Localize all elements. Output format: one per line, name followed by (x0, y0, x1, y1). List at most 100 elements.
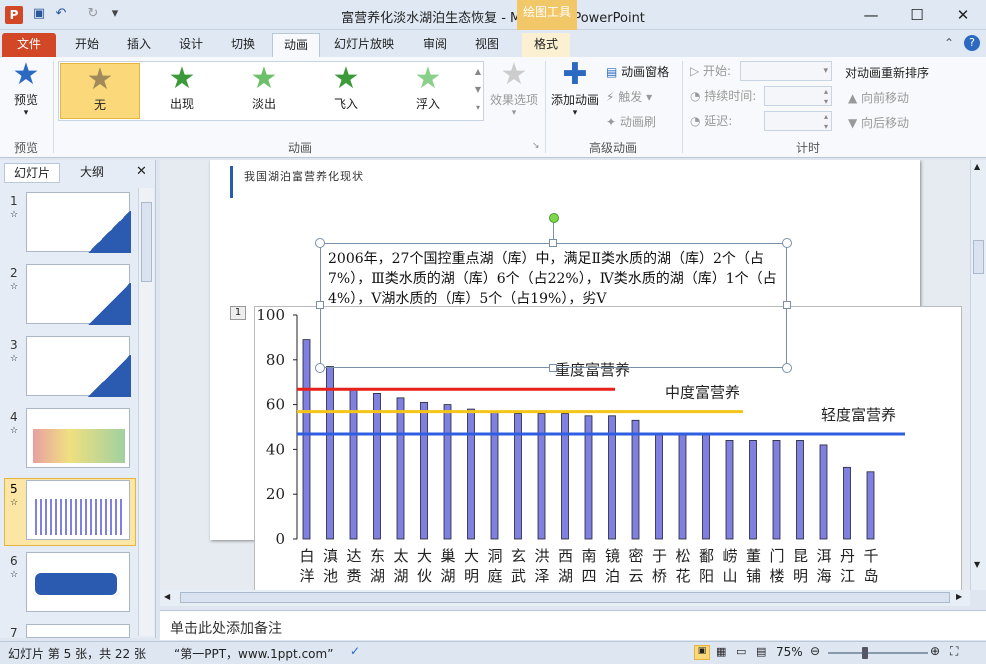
tab-slideshow[interactable]: 幻灯片放映 (328, 33, 400, 57)
close-panel-icon[interactable]: ✕ (136, 164, 147, 179)
delay-input[interactable]: ▴ ▾ (764, 111, 832, 131)
help-icon[interactable]: ? (964, 35, 980, 51)
animation-painter-button[interactable]: ✦ 动画刷 (606, 112, 656, 132)
start-icon: ▷ (690, 64, 704, 78)
resize-handle[interactable] (315, 238, 325, 248)
add-animation-button[interactable]: ✚ 添加动画 ▾ (550, 59, 600, 119)
thumb-graphic (87, 211, 131, 253)
zoom-level[interactable]: 75% (776, 645, 803, 659)
animation-order-tag[interactable]: 1 (230, 306, 246, 320)
normal-view-icon[interactable]: ▣ (694, 645, 710, 660)
slide-number: 7 (10, 626, 18, 640)
resize-handle[interactable] (549, 239, 557, 247)
tab-insert[interactable]: 插入 (116, 33, 162, 57)
notes-pane[interactable]: 单击此处添加备注 (160, 610, 986, 640)
horizontal-scrollbar[interactable]: ◀ ▶ (160, 590, 970, 606)
slideshow-icon[interactable]: ▤ (756, 645, 766, 658)
resize-handle[interactable] (549, 364, 557, 372)
spell-check-icon[interactable]: ✓ (350, 644, 360, 658)
scroll-left-icon[interactable]: ◀ (164, 592, 170, 601)
effect-options-button[interactable]: ★ 效果选项 ▾ (486, 59, 542, 119)
slide-thumbnail[interactable] (26, 624, 130, 638)
zoom-out-icon[interactable]: ⊖ (810, 644, 820, 658)
theme-name[interactable]: “第一PPT，www.1ppt.com” (174, 645, 333, 662)
zoom-slider-thumb[interactable] (862, 647, 868, 659)
slide-thumbnail[interactable] (26, 552, 130, 612)
x-tick-label: 岛 (863, 567, 878, 585)
effect-appear[interactable]: ★ 出现 (142, 63, 222, 119)
close-button[interactable]: ✕ (940, 0, 986, 30)
start-select[interactable]: ▾ (740, 61, 832, 81)
x-tick-label: 昆 (793, 547, 808, 565)
minimize-button[interactable]: — (848, 0, 894, 30)
panel-scroll-thumb[interactable] (141, 202, 152, 282)
help-collapse-icon[interactable]: ⌃ (944, 36, 954, 50)
reading-view-icon[interactable]: ▭ (736, 645, 746, 658)
move-earlier-button[interactable]: ▲ 向前移动 (848, 88, 909, 108)
tab-format[interactable]: 格式 (522, 33, 570, 57)
animation-group-label: 动画 (287, 141, 312, 155)
trigger-button[interactable]: ⚡ 触发 ▾ (606, 87, 652, 107)
resize-handle[interactable] (782, 238, 792, 248)
gallery-scroll[interactable]: ▲ ▼ ▾ (472, 63, 484, 119)
x-tick-label: 白 (299, 547, 314, 565)
slide-thumbnail[interactable] (26, 264, 131, 325)
slide-thumbnail[interactable] (26, 192, 131, 253)
tab-home[interactable]: 开始 (64, 33, 110, 57)
animation-pane-button[interactable]: ▤ 动画窗格 (606, 62, 669, 82)
slide-animation-icon: ☆ (10, 498, 19, 508)
slide-number: 5 (10, 482, 18, 496)
star-icon: ★ (332, 61, 360, 96)
rotate-handle[interactable] (549, 213, 559, 223)
tab-transitions[interactable]: 切换 (220, 33, 266, 57)
maximize-button[interactable]: ☐ (894, 0, 940, 30)
x-tick-label: 赉 (346, 567, 361, 585)
x-tick-label: 太 (393, 547, 408, 565)
tab-outline[interactable]: 大纲 (64, 163, 120, 183)
slide-thumbnail[interactable] (26, 408, 130, 468)
duration-input[interactable]: ▴ ▾ (764, 86, 832, 106)
slide-number: 2 (10, 266, 18, 280)
text-box[interactable]: 2006年，27个国控重点湖（库）中，满足Ⅱ类水质的湖（库）2个（占7%），Ⅲ类… (320, 243, 787, 368)
resize-handle[interactable] (783, 301, 791, 309)
slide-thumbnail[interactable] (26, 480, 130, 540)
scroll-thumb[interactable] (973, 240, 984, 274)
scroll-down-icon[interactable]: ▼ (974, 560, 980, 569)
duration-text: 持续时间: (704, 89, 757, 103)
zoom-slider[interactable] (828, 647, 928, 659)
zoom-in-icon[interactable]: ⊕ (930, 644, 940, 658)
move-earlier-label: 向前移动 (861, 91, 910, 105)
x-tick-label: 玄 (511, 547, 526, 565)
effect-none[interactable]: ★ 无 (60, 63, 140, 119)
fit-slide-icon[interactable]: ⛶ (950, 644, 958, 659)
resize-handle[interactable] (316, 301, 324, 309)
panel-scrollbar[interactable] (138, 188, 154, 636)
scroll-right-icon[interactable]: ▶ (956, 592, 962, 601)
bar (467, 408, 475, 540)
dialog-launcher-icon[interactable]: ↘ (532, 141, 540, 151)
effect-label: 浮入 (415, 97, 440, 111)
tab-slides[interactable]: 幻灯片 (4, 163, 60, 183)
tab-view[interactable]: 视图 (466, 33, 508, 57)
effect-fade[interactable]: ★ 淡出 (224, 63, 304, 119)
resize-handle[interactable] (782, 363, 792, 373)
scroll-up-icon[interactable]: ▲ (974, 162, 980, 171)
add-animation-label: 添加动画 (550, 93, 599, 107)
resize-handle[interactable] (315, 363, 325, 373)
vertical-scrollbar[interactable]: ▲ ▼ (970, 160, 986, 590)
tab-file[interactable]: 文件 (2, 33, 56, 57)
tab-design[interactable]: 设计 (168, 33, 214, 57)
effect-float-in[interactable]: ★ 浮入 (388, 63, 468, 119)
scroll-thumb[interactable] (180, 592, 950, 603)
chevron-down-icon: ▾ (511, 108, 517, 118)
bar (655, 433, 663, 540)
slide-sorter-icon[interactable]: ▦ (716, 645, 726, 658)
slide-animation-icon: ☆ (10, 210, 19, 220)
effect-fly-in[interactable]: ★ 飞入 (306, 63, 386, 119)
move-later-button[interactable]: ▼ 向后移动 (848, 113, 909, 133)
x-tick-label: 池 (323, 567, 338, 585)
preview-button[interactable]: ★ 预览 ▾ (6, 59, 46, 119)
tab-review[interactable]: 审阅 (414, 33, 456, 57)
slide-thumbnail[interactable] (26, 336, 131, 397)
tab-animations[interactable]: 动画 (272, 33, 320, 57)
